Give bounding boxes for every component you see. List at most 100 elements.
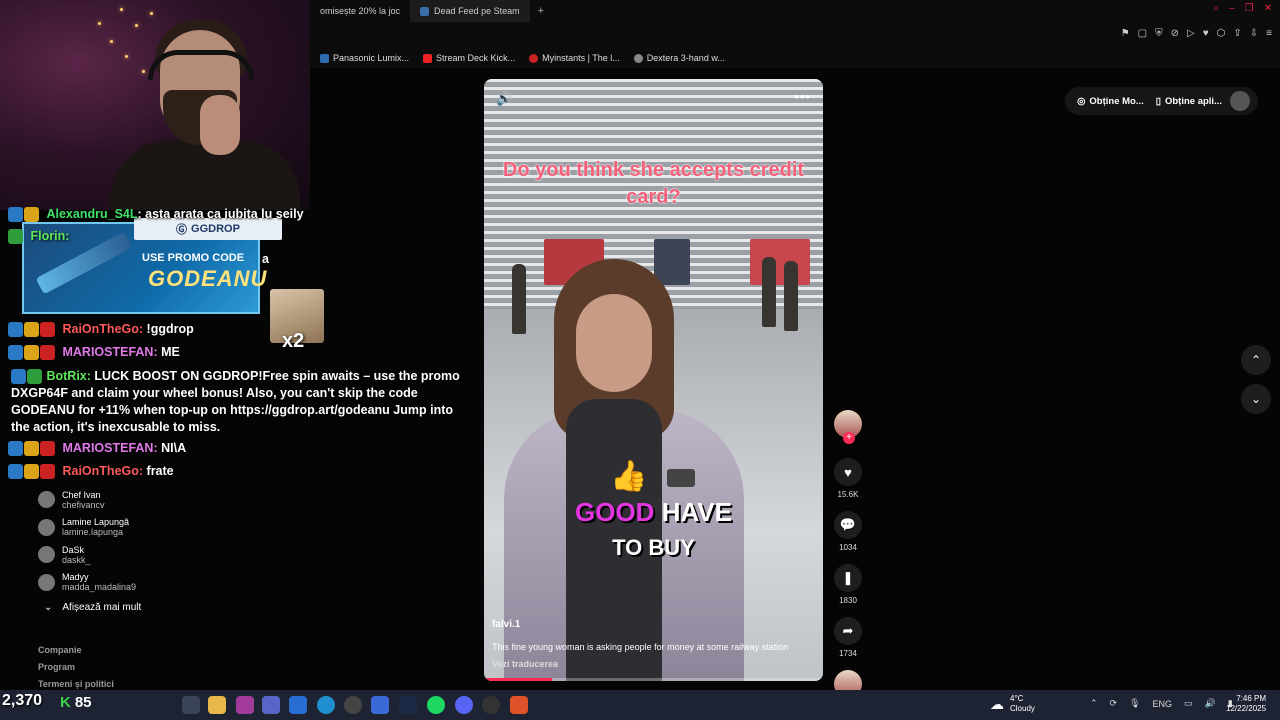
phone-icon: ▯ [1155, 95, 1161, 107]
bookmark[interactable]: Dextera 3-hand w... [633, 53, 725, 63]
volume-icon[interactable]: 🔊 [1205, 698, 1216, 709]
share-button[interactable]: ➦ [834, 617, 862, 645]
volume-icon[interactable]: 🔊 [496, 91, 512, 107]
get-coins-label: Obține Mo... [1089, 95, 1144, 107]
chevron-up-icon[interactable]: ⌃ [1090, 698, 1098, 709]
footer-link[interactable]: Program [38, 659, 114, 676]
new-tab-button[interactable]: + [530, 5, 552, 17]
overlay-word-have: HAVE [661, 497, 732, 527]
task-view-icon[interactable] [182, 696, 200, 714]
video-player[interactable]: Do you think she accepts credit card? 👍 … [484, 79, 823, 681]
close-icon[interactable]: ✕ [1264, 3, 1272, 14]
get-app-button[interactable]: ▯ Obține apli... [1152, 96, 1226, 107]
next-video-button[interactable]: ⌄ [1241, 384, 1271, 414]
clock-time: 7:46 PM [1236, 694, 1267, 703]
weather-widget[interactable]: ☁ 4°C Cloudy [990, 694, 1035, 714]
bookmark[interactable]: Panasonic Lumix... [320, 53, 409, 63]
discord-icon[interactable] [455, 696, 473, 714]
video-bystander [512, 264, 526, 334]
store-icon[interactable] [371, 696, 389, 714]
obs-icon[interactable] [482, 696, 500, 714]
video-caption: Do you think she accepts credit card? [502, 159, 805, 208]
file-explorer-icon[interactable] [208, 696, 226, 714]
more-options-icon[interactable]: ••• [794, 89, 811, 104]
chat-text: asta arata ca iubita lu seily [145, 207, 304, 221]
bookmark[interactable]: Myinstants | The l... [529, 53, 620, 63]
chevron-down-icon: ⌄ [1250, 392, 1262, 406]
avatar [38, 546, 55, 564]
heart-icon[interactable]: ♥ [1203, 28, 1209, 39]
block-icon[interactable]: ⊘ [1171, 28, 1179, 39]
browser-tab-active[interactable]: Dead Feed pe Steam [410, 0, 530, 22]
shield-icon[interactable]: ⛨ [1155, 28, 1163, 39]
follow-plus-icon[interactable]: + [843, 432, 855, 444]
profile-avatar[interactable] [1230, 91, 1250, 111]
bookmark[interactable]: Stream Deck Kick... [423, 53, 515, 63]
minimize-icon[interactable]: – [1229, 3, 1235, 14]
browser-toolbar: ⚑ ▢ ⛨ ⊘ ▷ ♥ ⬡ ⇪ ⇩ ≡ [310, 22, 1280, 48]
badge-icon [8, 464, 23, 480]
brave-icon[interactable] [510, 696, 528, 714]
edge-icon[interactable] [317, 696, 335, 714]
account-item[interactable]: DaSk daskk_ [38, 541, 238, 569]
badge-icon [24, 464, 39, 480]
comment-button[interactable]: 💬 [834, 511, 862, 539]
previous-video-button[interactable]: ⌃ [1241, 345, 1271, 375]
menu-icon[interactable]: ≡ [1266, 28, 1272, 39]
account-item[interactable]: Madyy madda_madalina9 [38, 569, 238, 597]
screen: omisește 20% la joc Dead Feed pe Steam +… [0, 0, 1280, 720]
chat-text: NI\A [161, 441, 187, 455]
kick-icon: K [60, 694, 71, 711]
spotify-icon[interactable] [427, 696, 445, 714]
chat-message: MARIOSTEFAN: ME [8, 345, 180, 361]
extensions-icon[interactable]: ⬡ [1217, 28, 1226, 39]
follower-count: 85 [74, 694, 92, 711]
show-more-button[interactable]: ⌄ Afișează mai mult [44, 602, 141, 613]
language-indicator[interactable]: ENG [1153, 699, 1173, 709]
account-handle: chefivancv [62, 499, 105, 510]
translate-link[interactable]: Vezi traducerea [492, 659, 558, 669]
steam-icon [420, 6, 430, 16]
follower-counter: K 85 [60, 694, 92, 711]
mic-icon[interactable]: 🎙 [1129, 698, 1140, 709]
screenshot-icon[interactable]: ▢ [1138, 28, 1147, 39]
save-button[interactable]: ❚ [834, 564, 862, 592]
bookmark-favicon [633, 53, 643, 63]
bookmark-icon[interactable]: ⚑ [1121, 28, 1130, 39]
badge-icon [8, 345, 23, 361]
video-progress-fill [484, 678, 552, 681]
video-progress-bar[interactable] [484, 678, 823, 681]
system-clock[interactable]: 7:46 PM 12/22/2025 [1226, 694, 1266, 714]
weather-temp: 4°C [1010, 694, 1024, 703]
avatar [38, 573, 55, 591]
video-author[interactable]: falvi.1 [492, 619, 520, 630]
app-icon[interactable] [236, 696, 254, 714]
play-icon[interactable]: ▷ [1187, 28, 1195, 39]
creator-avatar[interactable]: + [834, 410, 862, 444]
account-item[interactable]: Lamine Lapungă lamine.lapunga [38, 514, 238, 542]
video-overlay-good: GOOD HAVE [484, 497, 823, 528]
badge-icon [40, 464, 55, 480]
download-icon[interactable]: ⇩ [1250, 28, 1258, 39]
credit-card-icon [667, 469, 695, 487]
network-icon[interactable]: ▭ [1184, 698, 1193, 709]
browser-tabbar: omisește 20% la joc Dead Feed pe Steam +… [310, 0, 1280, 22]
app-icon[interactable] [344, 696, 362, 714]
top-right-actions: ◎ Obține Mo... ▯ Obține apli... [1065, 87, 1258, 115]
search-icon[interactable]: ⌕ [1213, 3, 1219, 14]
sync-icon[interactable]: ⟳ [1110, 698, 1118, 709]
like-button[interactable]: ♥ [834, 458, 862, 486]
comment-count: 1034 [839, 543, 857, 552]
account-item[interactable]: Chef Ivan chefivancv [38, 486, 238, 514]
get-coins-button[interactable]: ◎ Obține Mo... [1073, 96, 1148, 107]
share-arrow-icon: ➦ [842, 623, 854, 638]
footer-link[interactable]: Companie [38, 642, 114, 659]
teams-icon[interactable] [262, 696, 280, 714]
restore-icon[interactable]: ❐ [1245, 3, 1254, 14]
browser-tab[interactable]: omisește 20% la joc [310, 0, 410, 22]
app-icon[interactable] [289, 696, 307, 714]
steam-icon[interactable] [399, 696, 417, 714]
bookmark-favicon [320, 53, 329, 63]
share-icon[interactable]: ⇪ [1233, 28, 1241, 39]
chat-message: Florin: [8, 229, 69, 245]
